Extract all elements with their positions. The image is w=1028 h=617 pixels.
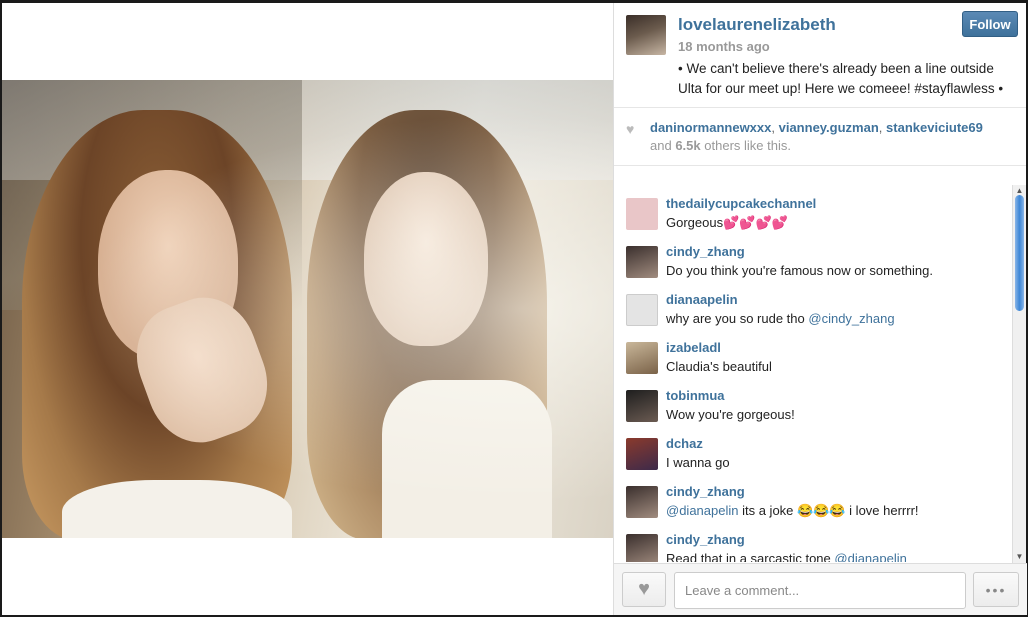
- comment-username[interactable]: tobinmua: [666, 388, 725, 403]
- comment-avatar[interactable]: [626, 246, 658, 278]
- comment-text: Wow you're gorgeous!: [666, 407, 795, 422]
- comment-avatar[interactable]: [626, 294, 658, 326]
- likes-count-line: and 6.5k others like this.: [650, 138, 791, 153]
- owner-username[interactable]: lovelaurenelizabeth: [678, 15, 836, 35]
- comment-mention[interactable]: @cindy_zhang: [808, 311, 894, 326]
- likes-count[interactable]: 6.5k: [675, 138, 700, 153]
- comment-text: Gorgeous💕💕💕💕: [666, 215, 788, 230]
- instagram-post-modal: lovelaurenelizabeth 18 months ago • We c…: [2, 3, 1027, 615]
- liker-separator: ,: [771, 120, 779, 135]
- ellipsis-icon: •••: [985, 581, 1007, 598]
- comment-text-body: its a joke 😂😂😂 i love herrrr!: [738, 503, 919, 518]
- post-photo[interactable]: [2, 80, 613, 538]
- comment-text: why are you so rude tho @cindy_zhang: [666, 311, 895, 326]
- comment-item: tobinmua Wow you're gorgeous!: [614, 380, 1012, 428]
- post-caption: • We can't believe there's already been …: [678, 61, 1004, 96]
- comment-avatar[interactable]: [626, 438, 658, 470]
- comment-username[interactable]: dchaz: [666, 436, 703, 451]
- comment-item: cindy_zhang @dianapelin its a joke 😂😂😂 i…: [614, 476, 1012, 524]
- liker-link[interactable]: daninormannewxxx: [650, 120, 771, 135]
- scroll-down-arrow-icon[interactable]: ▼: [1013, 551, 1026, 563]
- comment-username[interactable]: dianaapelin: [666, 292, 738, 307]
- scrollbar-thumb[interactable]: [1015, 195, 1024, 311]
- comment-text-body: why are you so rude tho: [666, 311, 805, 326]
- comment-text: Do you think you're famous now or someth…: [666, 263, 933, 278]
- like-button[interactable]: ♥: [622, 572, 666, 607]
- likers-line: daninormannewxxx, vianney.guzman, stanke…: [650, 120, 983, 135]
- comment-avatar[interactable]: [626, 342, 658, 374]
- comment-text: I wanna go: [666, 455, 730, 470]
- comment-item: thedailycupcakechannel Gorgeous💕💕💕💕: [614, 188, 1012, 236]
- comment-text: Read that in a sarcastic tone @dianapeli…: [666, 551, 907, 562]
- comment-item: dianaapelin why are you so rude tho @cin…: [614, 284, 1012, 332]
- liker-separator: ,: [878, 120, 887, 135]
- comment-username[interactable]: cindy_zhang: [666, 244, 745, 259]
- comment-username[interactable]: cindy_zhang: [666, 532, 745, 547]
- comment-mention[interactable]: @dianapelin: [834, 551, 906, 562]
- comment-text-body: Read that in a sarcastic tone: [666, 551, 831, 562]
- liker-link[interactable]: vianney.guzman: [779, 120, 879, 135]
- comment-text: Claudia's beautiful: [666, 359, 772, 374]
- follow-button[interactable]: Follow: [962, 11, 1018, 37]
- photo-pane: [2, 3, 613, 615]
- heart-icon: ♥: [638, 578, 650, 600]
- comment-item: izabeladl Claudia's beautiful: [614, 332, 1012, 380]
- post-sidebar: lovelaurenelizabeth 18 months ago • We c…: [613, 3, 1027, 615]
- comment-username[interactable]: izabeladl: [666, 340, 721, 355]
- comment-item: dchaz I wanna go: [614, 428, 1012, 476]
- heart-icon: ♥: [626, 121, 635, 137]
- post-timestamp[interactable]: 18 months ago: [678, 39, 770, 54]
- post-header: lovelaurenelizabeth 18 months ago • We c…: [614, 3, 1026, 108]
- likes-others-text: others like this.: [704, 138, 791, 153]
- photo-light: [2, 80, 613, 538]
- more-options-button[interactable]: •••: [973, 572, 1019, 607]
- comment-avatar[interactable]: [626, 534, 658, 562]
- comment-item: cindy_zhang Read that in a sarcastic ton…: [614, 524, 1012, 562]
- comments-scrollbar[interactable]: ▲ ▼: [1012, 185, 1026, 563]
- comment-item: cindy_zhang Do you think you're famous n…: [614, 236, 1012, 284]
- comment-text: @dianapelin its a joke 😂😂😂 i love herrrr…: [666, 503, 919, 519]
- likes-section: ♥ daninormannewxxx, vianney.guzman, stan…: [614, 108, 1026, 166]
- owner-avatar[interactable]: [626, 15, 666, 55]
- comment-mention[interactable]: @dianapelin: [666, 503, 738, 518]
- comment-footer: ♥ •••: [614, 563, 1027, 615]
- comment-avatar[interactable]: [626, 390, 658, 422]
- comment-username[interactable]: cindy_zhang: [666, 484, 745, 499]
- comment-avatar[interactable]: [626, 486, 658, 518]
- liker-link[interactable]: stankeviciute69: [886, 120, 983, 135]
- comments-list: thedailycupcakechannel Gorgeous💕💕💕💕 cind…: [614, 188, 1012, 562]
- comment-input[interactable]: [674, 572, 966, 609]
- comment-username[interactable]: thedailycupcakechannel: [666, 196, 816, 211]
- comment-avatar[interactable]: [626, 198, 658, 230]
- likes-and-text: and: [650, 138, 672, 153]
